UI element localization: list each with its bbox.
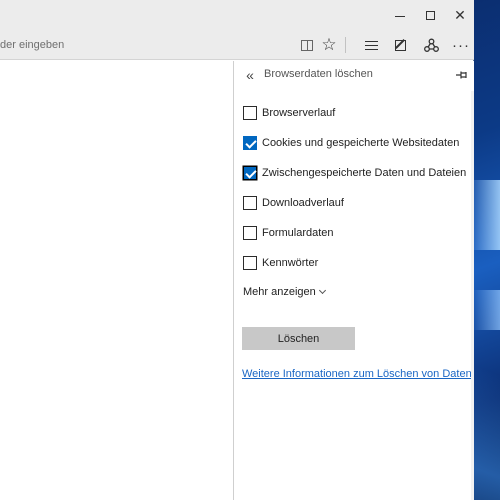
desktop-light-beam [474,290,500,330]
web-note-icon [394,39,406,51]
maximize-button[interactable] [414,0,446,30]
option-label: Kennwörter [262,257,319,269]
checkbox[interactable] [243,166,257,180]
checkbox[interactable] [243,196,257,210]
web-note-button[interactable] [386,30,414,60]
option-downloadverlauf[interactable]: Downloadverlauf [243,195,344,211]
option-browserverlauf[interactable]: Browserverlauf [243,105,335,121]
hub-button[interactable] [357,30,385,60]
option-label: Browserverlauf [262,107,336,119]
favorite-star-icon: ☆ [321,35,337,54]
pane-scrollbar[interactable] [471,91,474,500]
option-label: Zwischengespeicherte Daten und Dateien [262,167,467,179]
share-button[interactable] [417,30,445,60]
option-label: Downloadverlauf [262,197,344,209]
browser-toolbar: ☆ ··· [0,30,474,60]
show-more-label: Mehr anzeigen [243,286,316,298]
checkbox[interactable] [243,256,257,270]
back-button[interactable]: « [242,66,258,84]
clear-browsing-data-pane: « Browserdaten löschen Browserverlauf Co… [233,61,474,500]
checkbox[interactable] [243,106,257,120]
option-label: Cookies und gespeicherte Websitedaten [262,137,460,149]
maximize-icon [425,10,435,20]
more-info-link[interactable]: Weitere Informationen zum Löschen von Da… [242,368,472,380]
address-input[interactable] [0,35,270,55]
option-label: Formulardaten [262,227,334,239]
option-formulardaten[interactable]: Formulardaten [243,225,334,241]
close-button[interactable]: ✕ [444,0,476,30]
option-cache[interactable]: Zwischengespeicherte Daten und Dateien [243,165,466,181]
double-chevron-left-icon: « [246,67,254,83]
title-bar: ✕ [0,0,474,30]
show-more-toggle[interactable]: Mehr anzeigen [243,286,326,298]
pin-button[interactable] [453,66,471,84]
pane-header: « Browserdaten löschen [234,61,474,89]
browser-window: ✕ ☆ ··· [0,0,474,500]
hub-icon [364,40,378,50]
desktop-light-beam [474,180,500,250]
checkbox[interactable] [243,136,257,150]
favorite-button[interactable]: ☆ [315,30,343,60]
page-content [0,61,233,500]
checkbox[interactable] [243,226,257,240]
minimize-button[interactable] [384,0,416,30]
option-cookies[interactable]: Cookies und gespeicherte Websitedaten [243,135,459,151]
pane-title: Browserdaten löschen [264,68,373,80]
toolbar-divider [345,37,346,53]
minimize-icon [395,15,405,17]
address-bar [0,30,280,60]
option-kennwoerter[interactable]: Kennwörter [243,255,318,271]
chevron-down-icon [318,286,326,295]
more-icon: ··· [452,36,470,54]
share-icon [423,38,439,52]
pin-icon [456,71,467,79]
more-button[interactable]: ··· [447,30,475,60]
delete-button[interactable]: Löschen [242,327,355,350]
reading-view-icon [301,39,313,51]
close-icon: ✕ [454,6,466,23]
